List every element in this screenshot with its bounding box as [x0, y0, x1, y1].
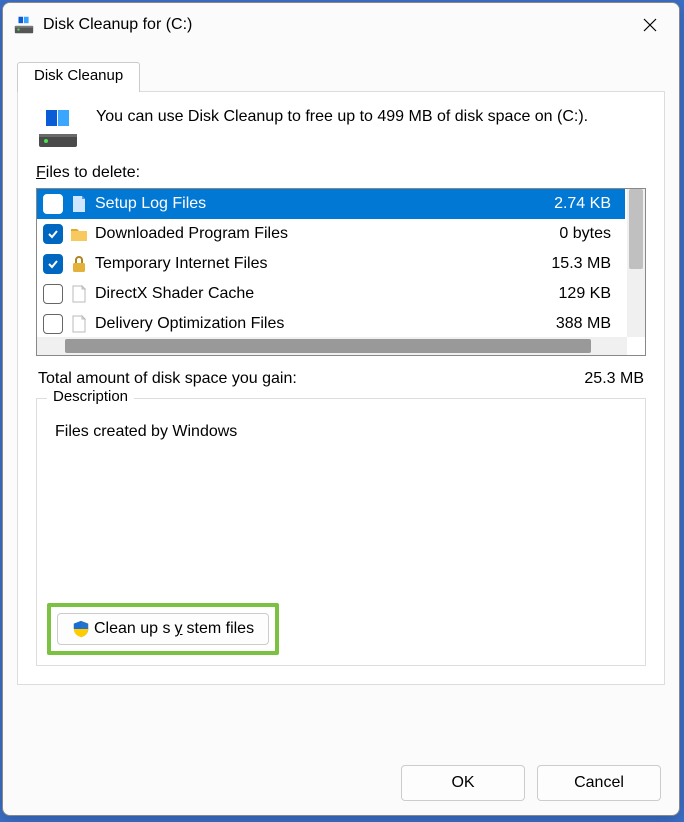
scrollbar-thumb[interactable] — [65, 339, 591, 353]
drive-icon — [13, 14, 35, 36]
summary-row: You can use Disk Cleanup to free up to 4… — [36, 106, 646, 150]
file-row[interactable]: Setup Log Files 2.74 KB — [37, 189, 625, 219]
ok-button[interactable]: OK — [401, 765, 525, 801]
file-type-icon — [69, 254, 89, 274]
file-size: 2.74 KB — [554, 195, 617, 213]
file-size: 388 MB — [556, 315, 617, 333]
tutorial-highlight: Clean up system files — [47, 603, 279, 655]
file-size: 15.3 MB — [551, 255, 617, 273]
file-name: Delivery Optimization Files — [95, 315, 550, 333]
checkbox[interactable] — [43, 254, 63, 274]
files-to-delete-label: Files to delete: — [36, 164, 646, 182]
file-name: Setup Log Files — [95, 195, 548, 213]
file-size: 0 bytes — [559, 225, 617, 243]
file-row[interactable]: Temporary Internet Files 15.3 MB — [37, 249, 625, 279]
scrollbar-thumb[interactable] — [629, 189, 643, 269]
checkbox[interactable] — [43, 284, 63, 304]
window-title: Disk Cleanup for (C:) — [43, 16, 627, 34]
main-panel: You can use Disk Cleanup to free up to 4… — [17, 91, 665, 685]
description-text: Files created by Windows — [55, 423, 627, 441]
file-size: 129 KB — [559, 285, 617, 303]
close-icon — [643, 18, 657, 32]
total-value: 25.3 MB — [584, 370, 644, 388]
file-row[interactable]: DirectX Shader Cache 129 KB — [37, 279, 625, 309]
file-name: Temporary Internet Files — [95, 255, 545, 273]
vertical-scrollbar[interactable] — [627, 189, 645, 337]
description-group: Description Files created by Windows Cle… — [36, 398, 646, 666]
checkbox[interactable] — [43, 224, 63, 244]
horizontal-scrollbar[interactable] — [37, 337, 627, 355]
clean-system-files-button[interactable]: Clean up system files — [57, 613, 269, 645]
checkbox[interactable] — [43, 314, 63, 334]
close-button[interactable] — [627, 9, 673, 41]
summary-text: You can use Disk Cleanup to free up to 4… — [96, 106, 588, 128]
tab-strip: Disk Cleanup — [17, 61, 679, 91]
description-legend: Description — [47, 388, 134, 405]
file-type-icon — [69, 314, 89, 334]
total-row: Total amount of disk space you gain: 25.… — [38, 370, 644, 388]
file-name: DirectX Shader Cache — [95, 285, 553, 303]
file-type-icon — [69, 284, 89, 304]
shield-icon — [72, 620, 90, 638]
file-row[interactable]: Delivery Optimization Files 388 MB — [37, 309, 625, 339]
tab-disk-cleanup[interactable]: Disk Cleanup — [17, 62, 140, 92]
total-label: Total amount of disk space you gain: — [38, 370, 297, 388]
dialog-footer: OK Cancel — [401, 765, 661, 801]
disk-cleanup-dialog: Disk Cleanup for (C:) Disk Cleanup You c… — [2, 2, 680, 816]
cancel-button[interactable]: Cancel — [537, 765, 661, 801]
checkbox[interactable] — [43, 194, 63, 214]
file-list: Setup Log Files2.74 KBDownloaded Program… — [36, 188, 646, 356]
titlebar: Disk Cleanup for (C:) — [3, 3, 679, 47]
file-name: Downloaded Program Files — [95, 225, 553, 243]
disk-cleanup-icon — [36, 106, 80, 150]
file-row[interactable]: Downloaded Program Files 0 bytes — [37, 219, 625, 249]
file-type-icon — [69, 224, 89, 244]
file-type-icon — [69, 194, 89, 214]
